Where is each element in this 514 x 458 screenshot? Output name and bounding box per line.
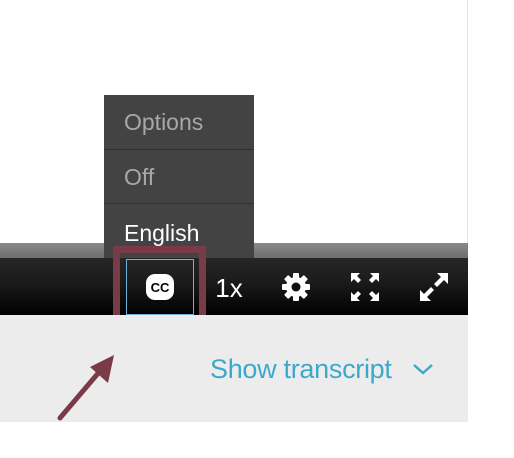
- cc-icon: CC: [146, 274, 174, 300]
- captions-menu: Options Off English: [104, 95, 254, 258]
- fullscreen-icon: [420, 273, 448, 301]
- chevron-down-icon: [412, 364, 433, 375]
- playback-speed-button[interactable]: 1x: [212, 268, 246, 308]
- captions-option-english[interactable]: English: [104, 204, 254, 258]
- show-transcript-label: Show transcript: [210, 353, 392, 384]
- gear-icon: [282, 273, 310, 301]
- fullscreen-button[interactable]: [417, 270, 451, 304]
- captions-option-off[interactable]: Off: [104, 150, 254, 204]
- zoom-button[interactable]: [348, 270, 382, 304]
- cc-icon-text: CC: [151, 280, 170, 295]
- settings-button[interactable]: [280, 271, 312, 303]
- captions-button[interactable]: CC: [126, 259, 194, 315]
- captions-menu-header: Options: [104, 95, 254, 150]
- expand-arrows-icon: [351, 273, 379, 301]
- show-transcript-toggle[interactable]: Show transcript: [210, 352, 434, 386]
- annotation-arrow-icon: [57, 355, 114, 421]
